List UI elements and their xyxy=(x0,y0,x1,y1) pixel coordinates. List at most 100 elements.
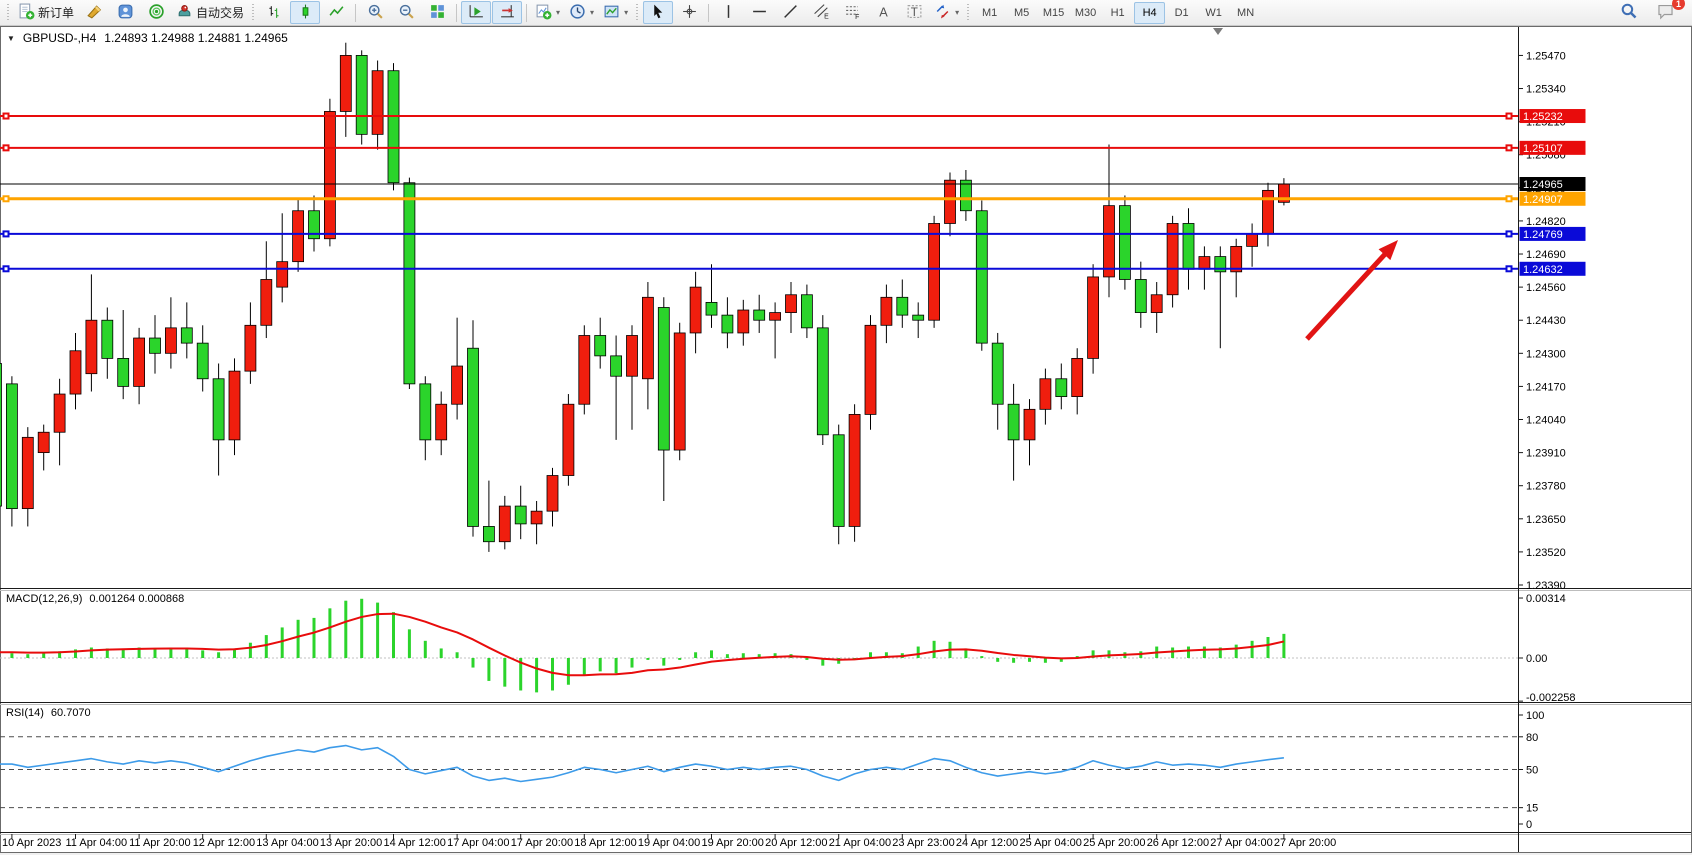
macd-pane-label: MACD(12,26,9) 0.001264 0.000868 xyxy=(6,593,184,605)
macd-histogram-bar xyxy=(1171,647,1174,658)
time-axis-label: 17 Apr 04:00 xyxy=(447,837,509,849)
auto-scroll-button[interactable] xyxy=(461,1,491,24)
bar-chart-button[interactable] xyxy=(259,1,289,24)
macd-histogram-bar xyxy=(996,658,999,662)
price-axis-tick-label: 1.25470 xyxy=(1526,50,1566,62)
candlestick-icon xyxy=(297,3,314,23)
arrows-icon xyxy=(934,3,951,23)
macd-histogram-bar xyxy=(456,652,459,658)
text-button[interactable]: A xyxy=(868,1,898,24)
label-button[interactable]: T xyxy=(899,1,929,24)
time-axis-label: 27 Apr 04:00 xyxy=(1210,837,1272,849)
chart-canvas[interactable]: 1.254701.253401.252101.250801.249501.248… xyxy=(0,26,1692,855)
macd-histogram-bar xyxy=(726,654,729,658)
macd-histogram-bar xyxy=(408,629,411,658)
horizontal-line-icon xyxy=(751,3,768,23)
new-order-button[interactable]: 新订单 xyxy=(14,1,78,24)
signals-button[interactable] xyxy=(141,1,171,24)
hline-price-tag-label: 1.24632 xyxy=(1523,264,1563,276)
zoom-in-button[interactable] xyxy=(360,1,390,24)
bid-price-tag-label: 1.24965 xyxy=(1523,179,1563,191)
channel-button[interactable]: E xyxy=(806,1,836,24)
macd-histogram-bar xyxy=(710,650,713,658)
toolbar-separator xyxy=(708,4,709,22)
chart-symbol: GBPUSD-,H4 xyxy=(23,31,96,45)
vertical-line-button[interactable] xyxy=(713,1,743,24)
toolbar-grip[interactable] xyxy=(251,4,256,22)
candle-down xyxy=(833,435,844,527)
timeframe-d1-button[interactable]: D1 xyxy=(1166,2,1197,24)
line-chart-icon xyxy=(328,3,345,23)
toolbar-grip[interactable] xyxy=(635,4,640,22)
macd-histogram-bar xyxy=(1282,634,1285,658)
candle-up xyxy=(1040,379,1051,410)
toolbar-separator xyxy=(355,4,356,22)
candle-down xyxy=(611,356,622,376)
chat-button[interactable]: 1 xyxy=(1650,1,1680,24)
macd-histogram-bar xyxy=(201,650,204,658)
brush-button[interactable] xyxy=(79,1,109,24)
macd-histogram-bar xyxy=(567,658,570,685)
zoom-out-button[interactable] xyxy=(391,1,421,24)
cursor-button[interactable] xyxy=(643,1,673,24)
candle-up xyxy=(547,476,558,512)
fibonacci-button[interactable]: F xyxy=(837,1,867,24)
label-icon: T xyxy=(906,3,923,23)
candlestick-button[interactable] xyxy=(290,1,320,24)
horizontal-line-button[interactable] xyxy=(744,1,774,24)
macd-histogram-bar xyxy=(10,653,13,658)
toolbar-grip[interactable] xyxy=(6,4,11,22)
price-axis-tick-label: 1.23910 xyxy=(1526,448,1566,460)
timeframe-h1-button[interactable]: H1 xyxy=(1102,2,1133,24)
tile-windows-icon xyxy=(429,3,446,23)
line-handle-center xyxy=(1508,267,1511,270)
time-axis-label: 12 Apr 12:00 xyxy=(193,837,255,849)
timeframe-h4-button[interactable]: H4 xyxy=(1134,2,1165,24)
periods-icon xyxy=(569,3,586,23)
candle-down xyxy=(976,211,987,343)
templates-button[interactable]: ▾ xyxy=(599,1,632,24)
templates-icon xyxy=(603,3,620,23)
time-axis-label: 26 Apr 12:00 xyxy=(1147,837,1209,849)
candle-up xyxy=(245,325,256,371)
chart-shift-button[interactable] xyxy=(492,1,522,24)
profiles-button[interactable] xyxy=(110,1,140,24)
macd-histogram-bar xyxy=(344,601,347,658)
macd-histogram-bar xyxy=(1267,637,1270,658)
price-axis-tick-label: 1.23390 xyxy=(1526,580,1566,592)
candle-up xyxy=(690,287,701,333)
line-chart-button[interactable] xyxy=(321,1,351,24)
macd-histogram-bar xyxy=(328,608,331,658)
candle-down xyxy=(1183,223,1194,269)
timeframe-m15-button[interactable]: M15 xyxy=(1038,2,1069,24)
timeframe-m5-button[interactable]: M5 xyxy=(1006,2,1037,24)
arrows-button[interactable]: ▾ xyxy=(930,1,963,24)
chart-title: ▼ GBPUSD-,H4 1.24893 1.24988 1.24881 1.2… xyxy=(7,31,288,45)
candle-down xyxy=(6,384,17,509)
trendline-button[interactable] xyxy=(775,1,805,24)
vertical-line-icon xyxy=(720,3,737,23)
timeframe-w1-button[interactable]: W1 xyxy=(1198,2,1229,24)
auto-trading-button[interactable]: 自动交易 xyxy=(172,1,248,24)
candle-down xyxy=(992,343,1003,404)
indicators-button[interactable]: ▾ xyxy=(531,1,564,24)
candle-up xyxy=(452,366,463,404)
toolbar-grip[interactable] xyxy=(966,4,971,22)
timeframe-m30-button[interactable]: M30 xyxy=(1070,2,1101,24)
arrows-caret-icon: ▾ xyxy=(955,8,959,17)
time-axis-label: 17 Apr 20:00 xyxy=(511,837,573,849)
macd-histogram-bar xyxy=(917,647,920,658)
timeframe-m1-button[interactable]: M1 xyxy=(974,2,1005,24)
candle-down xyxy=(150,338,161,353)
hline-price-tag-label: 1.25232 xyxy=(1523,111,1563,123)
candle-down xyxy=(817,328,828,435)
candle-up xyxy=(70,351,81,394)
candle-up xyxy=(1263,190,1274,233)
candle-up xyxy=(1199,257,1210,270)
periods-button[interactable]: ▾ xyxy=(565,1,598,24)
time-axis-label: 14 Apr 12:00 xyxy=(384,837,446,849)
crosshair-button[interactable] xyxy=(674,1,704,24)
search-button[interactable] xyxy=(1614,1,1644,24)
tile-windows-button[interactable] xyxy=(422,1,452,24)
timeframe-mn-button[interactable]: MN xyxy=(1230,2,1261,24)
